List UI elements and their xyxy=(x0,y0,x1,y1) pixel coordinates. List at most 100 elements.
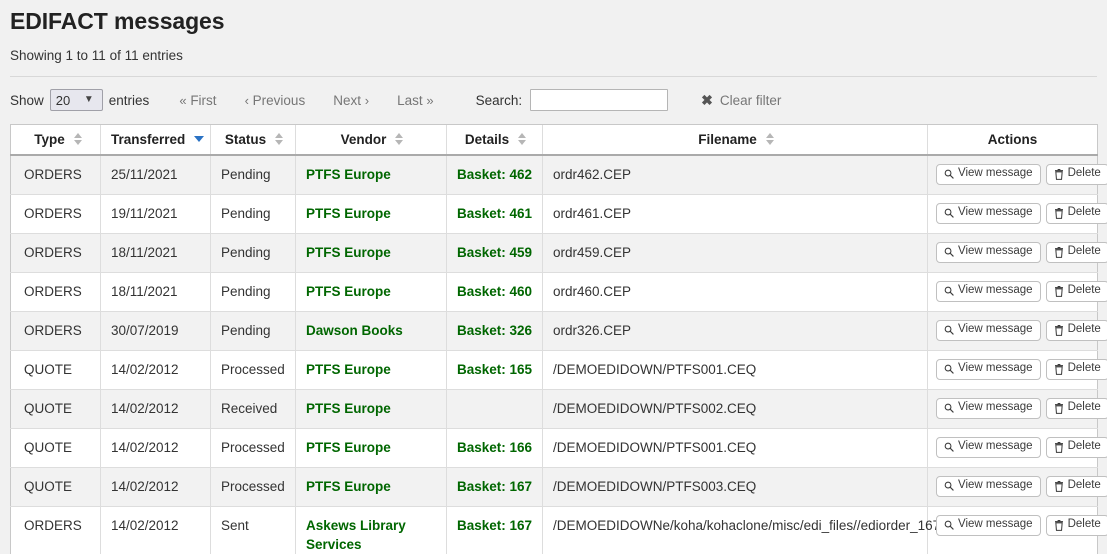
column-header-status[interactable]: Status xyxy=(211,125,296,155)
search-icon xyxy=(944,325,954,335)
vendor-link[interactable]: PTFS Europe xyxy=(306,440,391,455)
view-message-button[interactable]: View message xyxy=(936,437,1041,458)
vendor-link[interactable]: PTFS Europe xyxy=(306,362,391,377)
trash-icon xyxy=(1054,247,1064,258)
view-message-button[interactable]: View message xyxy=(936,242,1041,263)
trash-icon xyxy=(1054,481,1064,492)
search-input[interactable] xyxy=(530,89,668,111)
cell-vendor: PTFS Europe xyxy=(296,272,447,311)
delete-button[interactable]: Delete xyxy=(1046,203,1107,224)
cell-actions: View messageDelete xyxy=(928,467,1098,506)
right-chevron-icon: › xyxy=(365,93,369,108)
view-message-label: View message xyxy=(958,402,1033,414)
column-header-actions-label: Actions xyxy=(988,132,1038,147)
cell-vendor: PTFS Europe xyxy=(296,233,447,272)
cell-actions: View message Delete xyxy=(928,350,1098,389)
clear-filter-label: Clear filter xyxy=(720,93,782,108)
vendor-link[interactable]: PTFS Europe xyxy=(306,479,391,494)
view-message-button[interactable]: View message xyxy=(936,476,1041,497)
view-message-button[interactable]: View message xyxy=(936,281,1041,302)
delete-button[interactable]: Delete xyxy=(1046,437,1107,458)
double-left-chevron-icon: « xyxy=(179,93,186,108)
basket-link[interactable]: Basket: 461 xyxy=(457,206,532,221)
cell-details: Basket: 165 xyxy=(447,350,543,389)
cell-details: Basket: 459 xyxy=(447,233,543,272)
pagination: « First ‹ Previous Next › Last » xyxy=(179,93,433,108)
pagination-next[interactable]: Next › xyxy=(333,93,369,108)
sort-icon xyxy=(518,133,526,145)
vendor-link[interactable]: Askews Library Services xyxy=(306,518,406,553)
basket-link[interactable]: Basket: 166 xyxy=(457,440,532,455)
cell-filename: /DEMOEDIDOWN/PTFS003.CEQ xyxy=(543,467,928,506)
basket-link[interactable]: Basket: 462 xyxy=(457,167,532,182)
cell-vendor: PTFS Europe xyxy=(296,467,447,506)
vendor-link[interactable]: PTFS Europe xyxy=(306,401,391,416)
delete-button[interactable]: Delete xyxy=(1046,242,1107,263)
column-header-transferred[interactable]: Transferred xyxy=(101,125,211,155)
delete-label: Delete xyxy=(1068,363,1101,375)
delete-button[interactable]: Delete xyxy=(1046,476,1107,497)
show-label: Show xyxy=(10,93,44,108)
cell-type: ORDERS xyxy=(11,233,101,272)
column-header-details[interactable]: Details xyxy=(447,125,543,155)
close-icon: ✖ xyxy=(701,93,713,107)
cell-details: Basket: 167 xyxy=(447,467,543,506)
search-icon xyxy=(944,481,954,491)
cell-details: Basket: 461 xyxy=(447,194,543,233)
column-header-vendor[interactable]: Vendor xyxy=(296,125,447,155)
cell-actions: View message Delete xyxy=(928,272,1098,311)
vendor-link[interactable]: Dawson Books xyxy=(306,323,403,338)
column-header-actions: Actions xyxy=(928,125,1098,155)
cell-transferred: 25/11/2021 xyxy=(101,155,211,195)
clear-filter-button[interactable]: ✖ Clear filter xyxy=(701,93,781,108)
cell-status: Processed xyxy=(211,467,296,506)
delete-button[interactable]: Delete xyxy=(1046,320,1107,341)
column-header-status-label: Status xyxy=(225,132,266,147)
column-header-filename[interactable]: Filename xyxy=(543,125,928,155)
delete-button[interactable]: Delete xyxy=(1046,515,1107,536)
delete-label: Delete xyxy=(1068,324,1101,336)
delete-button[interactable]: Delete xyxy=(1046,359,1107,380)
view-message-button[interactable]: View message xyxy=(936,164,1041,185)
pagination-first-label: First xyxy=(190,93,216,108)
delete-button[interactable]: Delete xyxy=(1046,281,1107,302)
table-body: ORDERS25/11/2021 Pending PTFS Europe Basket… xyxy=(11,155,1098,554)
cell-type: QUOTE xyxy=(11,389,101,428)
cell-vendor: PTFS Europe xyxy=(296,155,447,195)
cell-actions: View messageDelete xyxy=(928,194,1098,233)
basket-link[interactable]: Basket: 460 xyxy=(457,284,532,299)
delete-button[interactable]: Delete xyxy=(1046,398,1107,419)
pagination-previous[interactable]: ‹ Previous xyxy=(245,93,306,108)
view-message-button[interactable]: View message xyxy=(936,320,1041,341)
cell-transferred: 18/11/2021 xyxy=(101,233,211,272)
pagination-first[interactable]: « First xyxy=(179,93,216,108)
view-message-button[interactable]: View message xyxy=(936,398,1041,419)
table-header-row: Type Transferred Status xyxy=(11,125,1098,155)
basket-link[interactable]: Basket: 167 xyxy=(457,518,532,533)
page-length-select[interactable]: 20 xyxy=(50,89,103,111)
view-message-button[interactable]: View message xyxy=(936,515,1041,536)
trash-icon xyxy=(1054,520,1064,531)
delete-button[interactable]: Delete xyxy=(1046,164,1107,185)
table-row: ORDERS18/11/2021PendingPTFS EuropeBasket… xyxy=(11,233,1098,272)
vendor-link[interactable]: PTFS Europe xyxy=(306,206,391,221)
vendor-link[interactable]: PTFS Europe xyxy=(306,245,391,260)
view-message-button[interactable]: View message xyxy=(936,203,1041,224)
view-message-label: View message xyxy=(958,168,1033,180)
view-message-button[interactable]: View message xyxy=(936,359,1041,380)
basket-link[interactable]: Basket: 165 xyxy=(457,362,532,377)
basket-link[interactable]: Basket: 167 xyxy=(457,479,532,494)
basket-link[interactable]: Basket: 326 xyxy=(457,323,532,338)
pagination-last[interactable]: Last » xyxy=(397,93,434,108)
vendor-link[interactable]: PTFS Europe xyxy=(306,284,391,299)
basket-link[interactable]: Basket: 459 xyxy=(457,245,532,260)
cell-status: Pending xyxy=(211,272,296,311)
sort-icon xyxy=(766,133,774,145)
vendor-link[interactable]: PTFS Europe xyxy=(306,167,391,182)
trash-icon xyxy=(1054,286,1064,297)
delete-label: Delete xyxy=(1068,285,1101,297)
edifact-messages-page: EDIFACT messages Showing 1 to 11 of 11 e… xyxy=(0,0,1107,554)
search-group: Search: xyxy=(476,89,669,111)
cell-status: Received xyxy=(211,389,296,428)
column-header-type[interactable]: Type xyxy=(11,125,101,155)
